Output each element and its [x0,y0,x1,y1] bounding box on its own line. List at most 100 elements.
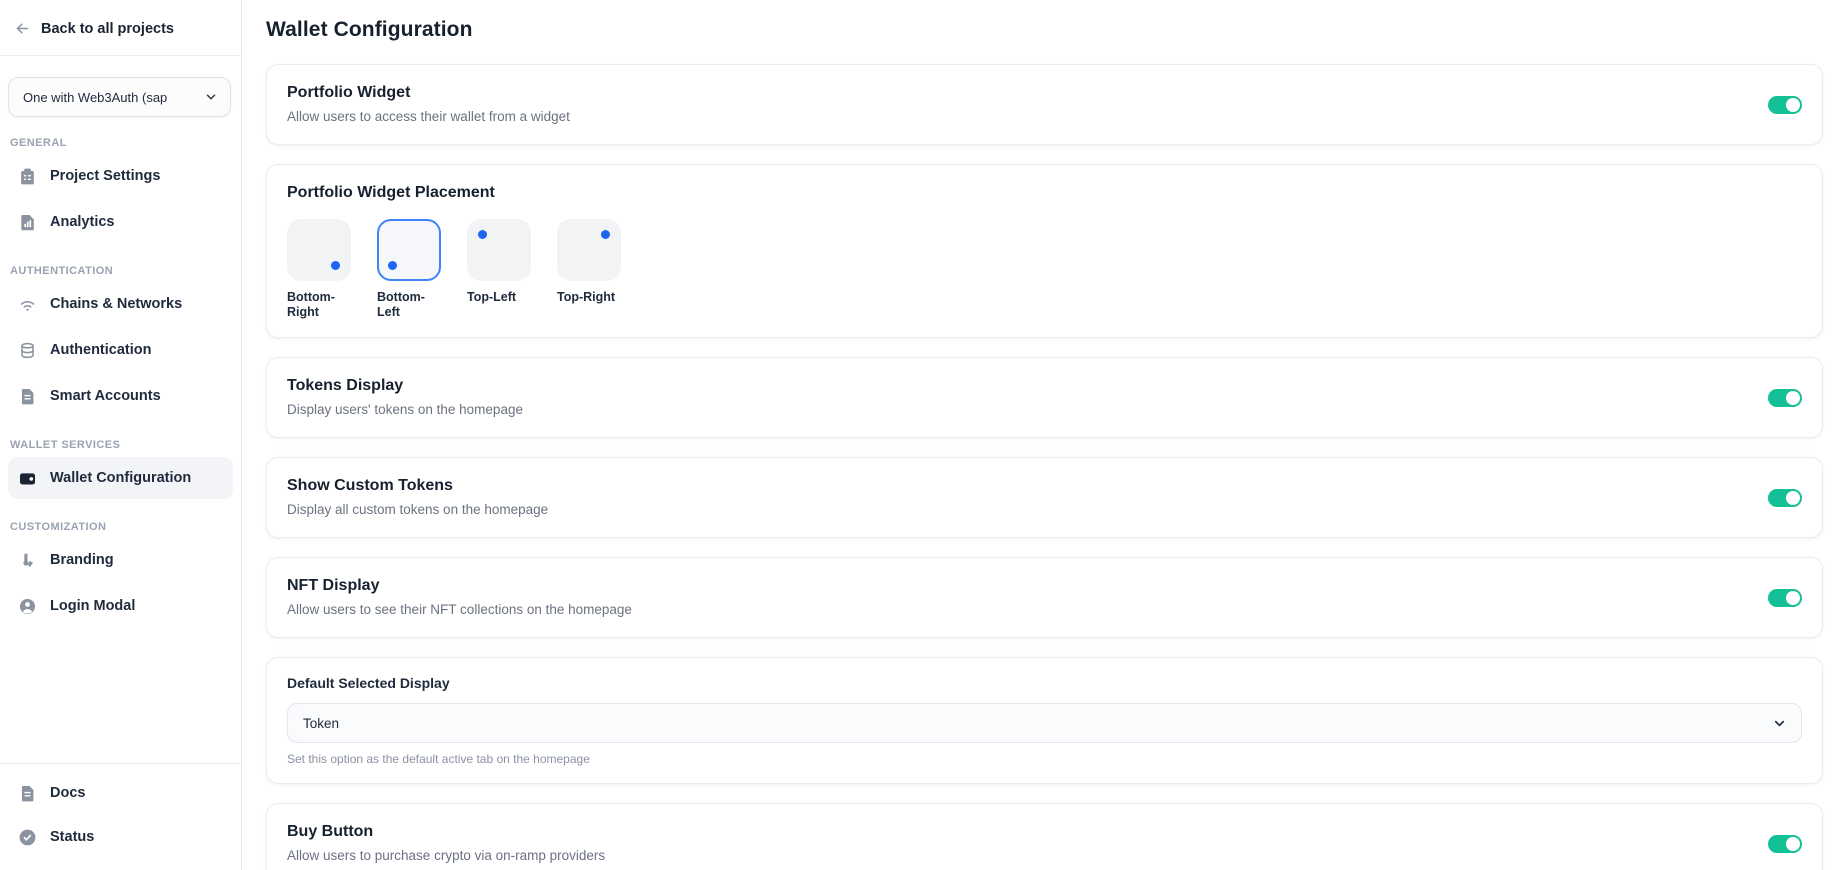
arrow-left-icon [14,20,31,37]
placement-preview [377,219,441,281]
sidebar-item-label: Login Modal [50,598,135,614]
section-label-general: GENERAL [0,137,241,149]
placement-option-bottom-right[interactable]: Bottom-Right [287,219,351,320]
analytics-doc-icon [18,213,37,232]
wallet-icon [18,469,37,488]
card-title: Tokens Display [287,375,523,397]
card-text: Tokens Display Display users' tokens on … [287,375,523,420]
sidebar-item-smart-accounts[interactable]: Smart Accounts [8,375,233,417]
sidebar-footer-divider [0,763,241,764]
placement-option-top-right[interactable]: Top-Right [557,219,621,320]
sidebar-item-branding[interactable]: Branding [8,539,233,581]
tokens-display-toggle[interactable] [1768,389,1802,407]
placement-option-bottom-left[interactable]: Bottom-Left [377,219,441,320]
file-icon [18,387,37,406]
placement-preview [557,219,621,281]
main-content: Wallet Configuration Portfolio Widget Al… [242,0,1840,870]
card-tokens-display: Tokens Display Display users' tokens on … [266,357,1823,438]
placement-label: Bottom-Right [287,290,351,320]
sidebar-item-chains-networks[interactable]: Chains & Networks [8,283,233,325]
sidebar-footer: Docs Status [0,763,241,870]
card-title: Show Custom Tokens [287,475,548,497]
sidebar-item-label: Status [50,829,94,845]
sidebar-item-label: Analytics [50,214,114,230]
page-title: Wallet Configuration [266,18,1823,42]
buy-button-toggle[interactable] [1768,835,1802,853]
select-label: Default Selected Display [287,675,1802,691]
card-description: Allow users to see their NFT collections… [287,600,632,620]
placement-dot-icon [388,261,397,270]
placement-dot-icon [478,230,487,239]
placement-preview [287,219,351,281]
database-icon [18,341,37,360]
back-link-label: Back to all projects [41,21,174,37]
sidebar-item-label: Wallet Configuration [50,470,191,486]
project-selector-value: One with Web3Auth (sap [23,90,167,105]
card-description: Allow users to purchase crypto via on-ra… [287,846,605,866]
card-nft-display: NFT Display Allow users to see their NFT… [266,557,1823,638]
card-show-custom-tokens: Show Custom Tokens Display all custom to… [266,457,1823,538]
sidebar-divider [0,55,241,56]
sidebar: Back to all projects One with Web3Auth (… [0,0,242,870]
nft-display-toggle[interactable] [1768,589,1802,607]
sidebar-item-project-settings[interactable]: Project Settings [8,155,233,197]
check-circle-icon [18,828,37,847]
sidebar-item-analytics[interactable]: Analytics [8,201,233,243]
chevron-down-icon [1772,716,1787,731]
doc-icon [18,784,37,803]
chevron-down-icon [204,90,218,104]
brush-icon [18,551,37,570]
placement-label: Top-Right [557,290,621,305]
sidebar-item-label: Project Settings [50,168,160,184]
card-title: Buy Button [287,821,605,843]
card-title: NFT Display [287,575,632,597]
card-portfolio-widget: Portfolio Widget Allow users to access t… [266,64,1823,145]
card-title: Portfolio Widget Placement [287,182,1802,204]
card-title: Portfolio Widget [287,82,570,104]
section-label-authentication: AUTHENTICATION [0,265,241,277]
section-label-wallet-services: WALLET SERVICES [0,439,241,451]
toggle-knob [1786,837,1800,851]
sidebar-item-label: Smart Accounts [50,388,161,404]
back-to-projects-link[interactable]: Back to all projects [0,0,241,55]
card-description: Allow users to access their wallet from … [287,107,570,127]
card-text: Show Custom Tokens Display all custom to… [287,475,548,520]
sidebar-item-docs[interactable]: Docs [8,772,233,814]
placement-dot-icon [331,261,340,270]
toggle-knob [1786,98,1800,112]
sidebar-item-wallet-configuration[interactable]: Wallet Configuration [8,457,233,499]
card-text: NFT Display Allow users to see their NFT… [287,575,632,620]
card-buy-button: Buy Button Allow users to purchase crypt… [266,803,1823,870]
card-text: Buy Button Allow users to purchase crypt… [287,821,605,866]
placement-dot-icon [601,230,610,239]
project-selector[interactable]: One with Web3Auth (sap [8,77,231,117]
toggle-knob [1786,491,1800,505]
placement-options: Bottom-Right Bottom-Left Top-Left Top-Ri… [287,219,1802,320]
select-helper-text: Set this option as the default active ta… [287,752,1802,766]
sidebar-item-label: Branding [50,552,114,568]
sidebar-item-authentication[interactable]: Authentication [8,329,233,371]
card-description: Display users' tokens on the homepage [287,400,523,420]
placement-option-top-left[interactable]: Top-Left [467,219,531,320]
placement-label: Bottom-Left [377,290,441,320]
wifi-icon [18,295,37,314]
toggle-knob [1786,391,1800,405]
placement-preview [467,219,531,281]
toggle-knob [1786,591,1800,605]
sidebar-item-label: Chains & Networks [50,296,182,312]
sidebar-item-label: Docs [50,785,85,801]
default-display-select[interactable]: Token [287,703,1802,743]
select-value: Token [303,716,339,731]
card-text: Portfolio Widget Allow users to access t… [287,82,570,127]
portfolio-widget-toggle[interactable] [1768,96,1802,114]
card-default-selected-display: Default Selected Display Token Set this … [266,657,1823,784]
clipboard-icon [18,167,37,186]
card-portfolio-widget-placement: Portfolio Widget Placement Bottom-Right … [266,164,1823,338]
section-label-customization: CUSTOMIZATION [0,521,241,533]
sidebar-item-status[interactable]: Status [8,816,233,858]
sidebar-item-login-modal[interactable]: Login Modal [8,585,233,627]
card-description: Display all custom tokens on the homepag… [287,500,548,520]
show-custom-tokens-toggle[interactable] [1768,489,1802,507]
user-icon [18,597,37,616]
sidebar-item-label: Authentication [50,342,152,358]
